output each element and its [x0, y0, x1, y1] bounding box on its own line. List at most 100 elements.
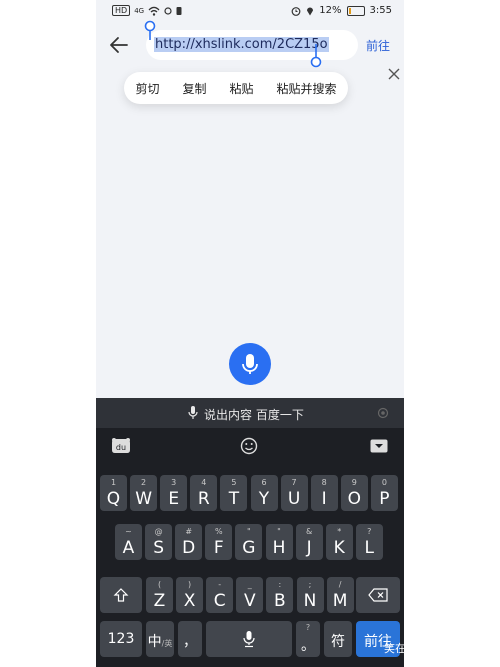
key-letter-label: K: [333, 538, 345, 558]
key-letter-label: E: [168, 489, 180, 509]
key-q[interactable]: 1Q: [100, 475, 127, 511]
key-letter-label: I: [321, 489, 327, 509]
key-symbol-label: _: [247, 580, 252, 589]
language-key[interactable]: 中/英: [146, 621, 174, 657]
key-letter-label: A: [122, 538, 135, 558]
key-letter-label: S: [153, 538, 164, 558]
key-x[interactable]: ) X: [176, 577, 204, 613]
key-f[interactable]: % F: [205, 524, 233, 560]
language-key-label: 中/英: [147, 634, 173, 650]
menu-item-paste-search[interactable]: 粘贴并搜索: [276, 80, 336, 97]
symbol-key[interactable]: 符: [324, 621, 352, 657]
key-letter-label: Q: [106, 489, 121, 509]
key-w[interactable]: 2W: [130, 475, 158, 511]
numbers-key[interactable]: 123: [100, 621, 142, 657]
voice-input-bar[interactable]: 说出内容 百度一下: [96, 398, 404, 428]
key-e[interactable]: 3E: [160, 475, 188, 511]
key-s[interactable]: @ S: [145, 524, 173, 560]
key-symbol-label: 0: [381, 478, 387, 487]
space-mic-icon: [243, 631, 255, 648]
key-t[interactable]: 5T: [220, 475, 248, 511]
clock: 3:55: [369, 5, 392, 16]
clear-icon[interactable]: [386, 66, 402, 82]
key-symbol-label: 8: [321, 478, 327, 487]
key-symbol-label: ;: [308, 580, 312, 589]
key-symbol-label: /: [338, 580, 342, 589]
menu-item-cut[interactable]: 剪切: [135, 80, 159, 97]
shift-icon: [113, 588, 129, 602]
key-m[interactable]: / M: [326, 577, 354, 613]
key-a[interactable]: ~ A: [115, 524, 142, 560]
key-symbol-label: 9: [351, 478, 357, 487]
key-p[interactable]: 0P: [370, 475, 398, 511]
text-context-menu: 剪切 复制 粘贴 粘贴并搜索: [124, 72, 348, 104]
battery-saver-icon: [176, 6, 182, 15]
key-k[interactable]: * K: [325, 524, 353, 560]
menu-item-paste[interactable]: 粘贴: [229, 80, 253, 97]
key-z[interactable]: (Z: [146, 577, 173, 613]
wifi-icon: [148, 6, 160, 16]
selection-handle-end[interactable]: [310, 40, 322, 68]
back-arrow-icon[interactable]: [108, 34, 130, 56]
key-letter-label: O: [347, 489, 361, 509]
key-letter-label: W: [135, 489, 152, 509]
key-symbol-label: -: [218, 580, 222, 589]
comma-key[interactable]: ，: [178, 621, 202, 657]
emoji-icon[interactable]: [240, 437, 258, 455]
battery-level: [348, 7, 351, 14]
space-key[interactable]: [206, 621, 292, 657]
url-text[interactable]: http://xhslink.com/2CZ15o: [154, 37, 329, 52]
battery-percent: 12%: [319, 5, 342, 16]
go-button[interactable]: 前往: [366, 37, 390, 54]
key-o[interactable]: 9O: [340, 475, 368, 511]
status-bar: HD 4G 12% 3:55: [96, 0, 404, 22]
key-h[interactable]: " H: [265, 524, 293, 560]
key-v[interactable]: _ V: [236, 577, 264, 613]
key-letter-label: N: [303, 591, 317, 611]
url-input[interactable]: http://xhslink.com/2CZ15o: [146, 30, 400, 80]
key-symbol-label: 5: [231, 478, 237, 487]
key-g[interactable]: " G: [235, 524, 263, 560]
key-symbol-label: ): [188, 580, 192, 589]
key-symbol-label: 1: [110, 478, 117, 487]
microphone-icon: [242, 354, 258, 374]
shift-key[interactable]: [100, 577, 142, 613]
key-letter-label: L: [364, 538, 375, 558]
key-l[interactable]: ? L: [355, 524, 383, 560]
key-c[interactable]: -C: [206, 577, 234, 613]
key-symbol-label: 6: [261, 478, 267, 487]
key-j[interactable]: & J: [295, 524, 323, 560]
comma-key-label: ，: [183, 634, 197, 650]
key-symbol-label: @: [154, 527, 163, 536]
key-b[interactable]: :B: [266, 577, 294, 613]
network-label: 4G: [134, 6, 145, 15]
period-key[interactable]: ? 。: [296, 621, 320, 657]
key-symbol-label: 4: [201, 478, 207, 487]
hide-keyboard-icon[interactable]: [370, 439, 388, 453]
numbers-key-label: 123: [107, 631, 135, 647]
key-u[interactable]: 7U: [280, 475, 308, 511]
selection-handle-start[interactable]: [144, 20, 156, 40]
baidu-logo-icon[interactable]: du: [110, 437, 132, 455]
key-r[interactable]: 4R: [190, 475, 218, 511]
key-letter-label: P: [379, 489, 390, 509]
key-symbol-label: 7: [291, 478, 297, 487]
battery-icon: [346, 5, 365, 16]
voice-mic-icon: [188, 406, 198, 419]
backspace-icon: [368, 588, 388, 602]
key-letter-label: C: [213, 591, 226, 611]
status-right: 12% 3:55: [291, 5, 392, 16]
key-i[interactable]: 8I: [310, 475, 338, 511]
key-symbol-label: 2: [141, 478, 147, 487]
key-y[interactable]: 6Y: [250, 475, 278, 511]
keyboard: du 1Q2W3E4R5T6Y7U8I9O0P ~ A @ S # D% F " G " H & J * K…: [96, 428, 404, 667]
menu-item-copy[interactable]: 复制: [182, 80, 206, 97]
key-letter-label: B: [274, 591, 286, 611]
backspace-key[interactable]: [356, 577, 400, 613]
voice-search-button[interactable]: [229, 343, 271, 385]
key-symbol-label: ~: [125, 527, 132, 536]
key-d[interactable]: # D: [175, 524, 203, 560]
gear-icon[interactable]: [376, 406, 390, 420]
key-n[interactable]: ; N: [296, 577, 324, 613]
key-letter-label: Z: [153, 591, 166, 611]
